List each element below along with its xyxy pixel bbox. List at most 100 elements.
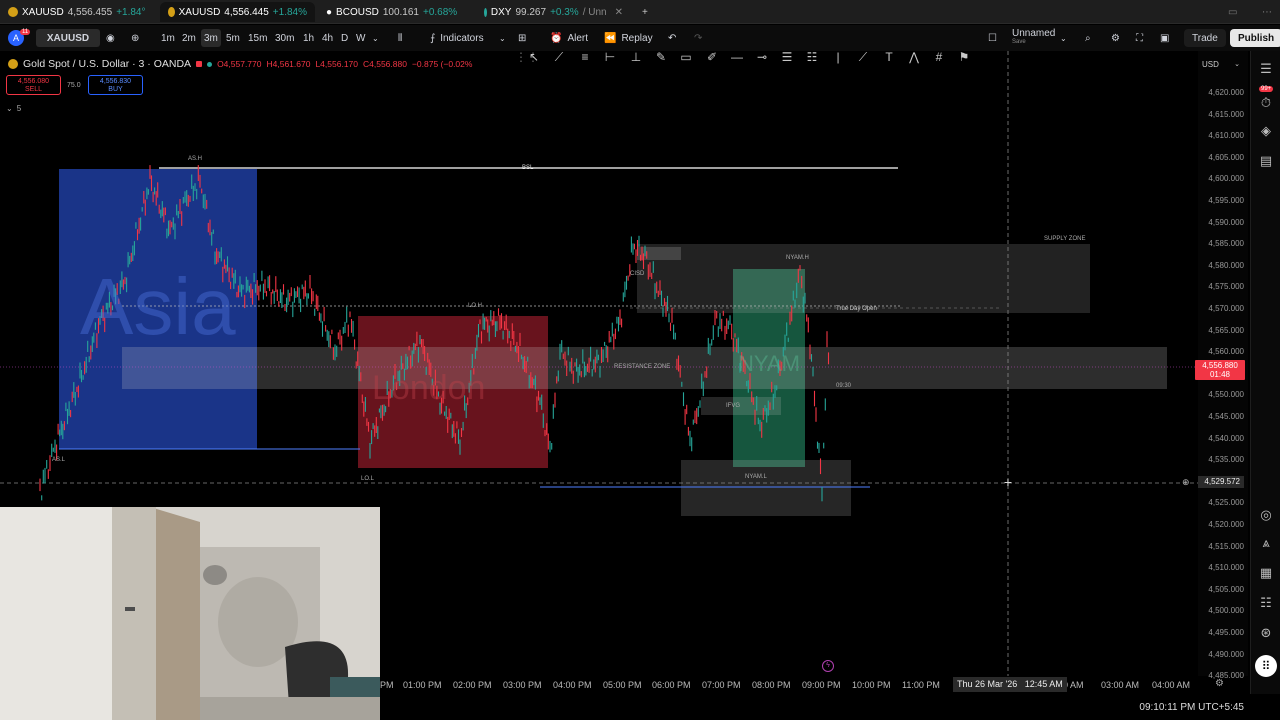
price-tick-label: 4,515.000: [1208, 541, 1244, 551]
buy-label: BUY: [108, 86, 123, 93]
text-icon[interactable]: T: [882, 51, 896, 64]
price-tick-label: 4,490.000: [1208, 649, 1244, 659]
signal-icon[interactable]: ⊛: [1258, 625, 1274, 641]
tab-suffix: / Unn: [582, 6, 607, 18]
vertical-line-icon[interactable]: |: [831, 51, 845, 64]
chevron-down-icon[interactable]: ⌄: [372, 29, 379, 47]
currency-select[interactable]: USD ⌄: [1198, 57, 1244, 71]
clock-readout[interactable]: 09:10:11 PM UTC+5:45: [1139, 702, 1244, 713]
chat-icon[interactable]: ▤: [1258, 153, 1274, 169]
price-tick-label: 4,600.000: [1208, 174, 1244, 184]
fib-icon[interactable]: ≡: [578, 51, 592, 64]
trade-button[interactable]: Trade: [1184, 29, 1226, 47]
interval-30m[interactable]: 30m: [275, 29, 294, 47]
candles-icon[interactable]: ⫴: [398, 29, 402, 47]
redo-icon[interactable]: ↷: [694, 29, 702, 47]
interval-5m[interactable]: 5m: [226, 29, 240, 47]
close-tab-icon[interactable]: ✕: [615, 7, 623, 18]
tab-price: 4,556.445: [224, 6, 269, 18]
long-position-icon[interactable]: ☰: [780, 51, 794, 64]
horizontal-range-icon[interactable]: ⊢: [603, 51, 617, 64]
layers-icon[interactable]: ◈: [1258, 123, 1274, 139]
eye-icon[interactable]: ◉: [106, 29, 115, 47]
new-tab-button[interactable]: +: [634, 2, 656, 22]
horizontal-line-icon[interactable]: —: [730, 51, 744, 64]
chevron-down-icon[interactable]: ⌄: [499, 29, 506, 47]
zoom-search-icon[interactable]: ⌕: [1085, 29, 1091, 47]
browser-tab-2[interactable]: XAUUSD 4,556.445 +1.84%: [160, 2, 315, 22]
price-tick-label: 4,580.000: [1208, 260, 1244, 270]
interval-w[interactable]: W: [356, 29, 365, 47]
window-menu-icon[interactable]: ▭: [1220, 2, 1245, 22]
ideas-icon[interactable]: ⩓: [1258, 535, 1274, 551]
price-axis[interactable]: USD ⌄ 4,620.000 4,615.000 4,610.000 4,605.0…: [1182, 51, 1248, 680]
legend-low: L4,556.170: [315, 59, 358, 69]
symbol-search[interactable]: XAUUSD: [36, 29, 100, 47]
time-tick-label: 02:00 PM: [453, 680, 492, 690]
top-toolbar: A 11 XAUUSD ◉ ⊕ 1m 2m 3m 5m 15m 30m 1h 4…: [0, 25, 1280, 51]
camera-icon[interactable]: ▣: [1160, 29, 1169, 47]
tab-price: 4,556.455: [67, 6, 113, 18]
buy-button[interactable]: 4,556.830 BUY: [88, 75, 143, 95]
price-tick-label: 4,535.000: [1208, 455, 1244, 465]
flag-icon[interactable]: ⚑: [957, 51, 971, 64]
price-tick-label: 4,620.000: [1208, 88, 1244, 97]
time-tick-label: PM: [380, 680, 394, 690]
chevron-down-icon[interactable]: ⌄: [1060, 29, 1067, 47]
price-tick-label: 4,500.000: [1208, 606, 1244, 616]
browser-tab-3[interactable]: ● BCOUSD 100.161 +0.68%: [318, 2, 473, 22]
layout-checkbox-icon[interactable]: ☐: [988, 29, 997, 47]
vertical-range-icon[interactable]: ⊥: [629, 51, 643, 64]
add-alert-icon[interactable]: ⊕: [1182, 477, 1190, 488]
replay-button[interactable]: ⏪ Replay: [604, 29, 653, 47]
grid-menu-icon[interactable]: ⠿: [1255, 655, 1277, 677]
publish-button[interactable]: Publish: [1230, 29, 1280, 47]
interval-4h[interactable]: 4h: [322, 29, 333, 47]
trend-line-icon[interactable]: ⟋: [552, 51, 566, 64]
watchlist-icon[interactable]: ☰: [1258, 61, 1274, 77]
cursor-icon[interactable]: ↖: [527, 51, 541, 64]
avatar[interactable]: A 11: [8, 29, 34, 47]
highlighter-icon[interactable]: ✐: [705, 51, 719, 64]
news-icon[interactable]: ☷: [1258, 595, 1274, 611]
interval-3m[interactable]: 3m: [201, 29, 221, 47]
cisd-label: CISD: [630, 271, 645, 277]
indicators-collapsed[interactable]: ⌄ 5: [6, 104, 21, 113]
interval-1m[interactable]: 1m: [161, 29, 175, 47]
grid-icon[interactable]: #: [932, 51, 946, 64]
short-position-icon[interactable]: ☷: [805, 51, 819, 64]
alerts-clock-icon[interactable]: ⏱: [1258, 95, 1274, 111]
interval-1h[interactable]: 1h: [303, 29, 314, 47]
legend-open: O4,557.770: [217, 59, 262, 69]
indicators-button[interactable]: ⨍ Indicators: [430, 29, 484, 47]
time-settings-icon[interactable]: ⚙: [1215, 678, 1224, 689]
horizontal-ray-icon[interactable]: ⊸: [755, 51, 769, 64]
tab-change: +0.3%: [550, 6, 579, 18]
target-icon[interactable]: ◎: [1258, 507, 1274, 523]
browser-tab-4[interactable]: DXY 99.267 +0.3% / Unn ✕: [476, 2, 631, 22]
add-symbol-icon[interactable]: ⊕: [131, 29, 139, 47]
path-icon[interactable]: ⋀: [907, 51, 921, 64]
brush-icon[interactable]: ✎: [654, 51, 668, 64]
ray-icon[interactable]: ⟋: [856, 51, 870, 64]
browser-tab-1[interactable]: XAUUSD 4,556.455 +1.84°: [0, 2, 158, 22]
layout-name[interactable]: Unnamed Save: [1012, 29, 1055, 47]
sell-button[interactable]: 4,556.080 SELL: [6, 75, 61, 95]
interval-2m[interactable]: 2m: [182, 29, 196, 47]
interval-15m[interactable]: 15m: [248, 29, 267, 47]
lo-low-label: LO.L: [361, 476, 375, 482]
rectangle-icon[interactable]: ▭: [679, 51, 693, 64]
drawing-toolbar: ⋮⋮ ↖ ⟋ ≡ ⊢ ⊥ ✎ ▭ ✐ — ⊸ ☰ ☷ | ⟋ T ⋀ # ⚑: [515, 51, 975, 66]
fullscreen-icon[interactable]: ⛶: [1136, 29, 1143, 47]
interval-d[interactable]: D: [341, 29, 348, 47]
undo-icon[interactable]: ↶: [668, 29, 676, 47]
nyam-low-zone-box: [681, 460, 851, 516]
calendar-icon[interactable]: ▦: [1258, 565, 1274, 581]
alert-button[interactable]: ⏰ Alert: [550, 29, 588, 47]
event-marker-icon[interactable]: ϟ: [822, 660, 834, 672]
layout-grid-icon[interactable]: ⊞: [518, 29, 526, 47]
symbol-legend: Gold Spot / U.S. Dollar · 3 · OANDA O4,5…: [8, 58, 472, 70]
settings-gear-icon[interactable]: ⚙: [1111, 29, 1120, 47]
time-tick-label: 07:00 PM: [702, 680, 741, 690]
more-icon[interactable]: ⋯: [1254, 2, 1280, 22]
